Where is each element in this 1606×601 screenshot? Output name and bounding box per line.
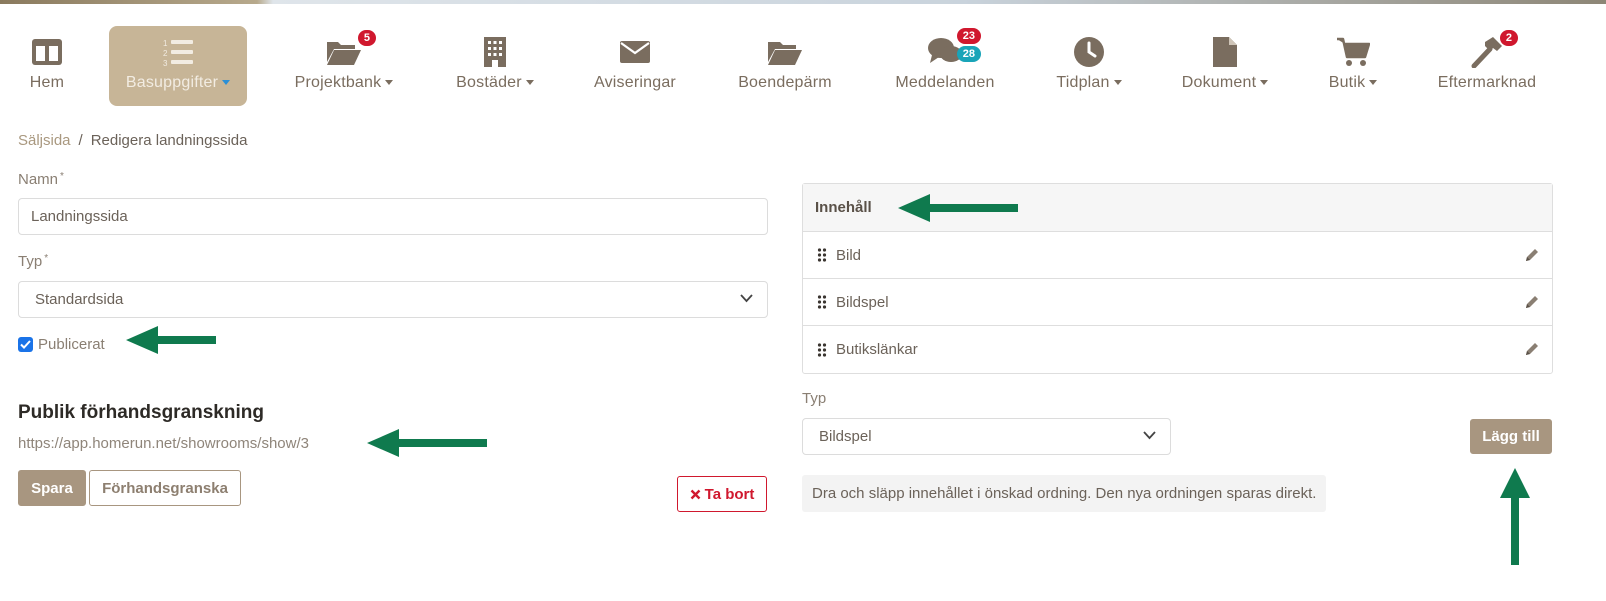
nav-item-aviseringar[interactable]: Aviseringar (590, 26, 680, 106)
annotation-arrow-left (126, 326, 216, 354)
list-item[interactable]: Bildspel (803, 279, 1552, 326)
nav-label: Meddelanden (895, 74, 995, 91)
published-checkbox[interactable] (18, 337, 33, 352)
top-banner-strip (0, 0, 1606, 4)
drag-handle-icon[interactable] (817, 295, 827, 309)
nav-item-tidplan[interactable]: Tidplan (1050, 26, 1128, 106)
required-mark: * (60, 171, 64, 182)
close-icon (690, 489, 700, 499)
nav-label: Projektbank (294, 74, 382, 91)
chevron-down-icon (1143, 431, 1156, 440)
list-item-label: Butikslänkar (836, 341, 918, 358)
svg-text:3: 3 (163, 59, 168, 67)
preview-button[interactable]: Förhandsgranska (89, 470, 241, 506)
nav-label: Basuppgifter (125, 74, 219, 91)
type-select-value: Standardsida (35, 291, 124, 308)
preview-section-title: Publik förhandsgranskning (18, 402, 264, 423)
published-checkbox-row[interactable]: Publicerat (18, 336, 105, 353)
chevron-down-icon (1113, 80, 1122, 86)
annotation-arrow-up (1500, 468, 1530, 565)
content-type-select-value: Bildspel (819, 428, 872, 445)
nav-label: Boendepärm (738, 74, 832, 91)
numbered-list-icon: 123 (163, 39, 193, 67)
type-label: Typ * (18, 253, 49, 270)
type-select[interactable]: Standardsida (18, 281, 768, 318)
svg-text:2: 2 (163, 49, 168, 58)
pencil-icon[interactable] (1524, 341, 1540, 357)
list-item-label: Bild (836, 246, 862, 264)
checkmark-icon (20, 340, 31, 349)
content-type-label: Typ (802, 390, 827, 407)
nav-item-hem[interactable]: Hem (18, 26, 76, 106)
drag-handle-icon[interactable] (817, 342, 827, 357)
cart-icon (1337, 37, 1370, 66)
pencil-icon[interactable] (1524, 294, 1540, 310)
home-grid-icon (32, 39, 62, 65)
nav-item-butik[interactable]: Butik (1322, 26, 1384, 106)
chevron-down-icon (222, 80, 231, 86)
nav-item-dokument[interactable]: Dokument (1176, 26, 1274, 106)
save-button[interactable]: Spara (18, 470, 86, 506)
pencil-icon[interactable] (1524, 247, 1540, 263)
breadcrumb-separator: / (78, 132, 83, 149)
delete-label: Ta bort (704, 485, 755, 503)
required-mark: * (44, 253, 49, 264)
hammer-icon (1471, 37, 1502, 68)
nav-item-projektbank[interactable]: 5 Projektbank (288, 26, 400, 106)
main-nav: Hem 123 Basuppgifter 5 Projektbank Bostä… (0, 26, 1606, 106)
drag-drop-hint: Dra och släpp innehållet i önskad ordnin… (802, 475, 1327, 512)
nav-label: Aviseringar (594, 74, 676, 91)
name-label: Namn * (18, 171, 64, 188)
list-item[interactable]: Butikslänkar (803, 326, 1552, 373)
nav-item-boendeparm[interactable]: Boendepärm (732, 26, 838, 106)
notification-badge: 5 (357, 30, 376, 46)
list-item[interactable]: Bild (803, 232, 1552, 279)
clock-icon (1074, 37, 1104, 67)
nav-label: Butik (1328, 74, 1366, 91)
drag-handle-icon[interactable] (817, 248, 827, 262)
breadcrumb-link-saljsida[interactable]: Säljsida (18, 132, 71, 149)
notification-badge-secondary: 28 (956, 46, 981, 62)
notification-badge: 2 (1499, 30, 1518, 46)
nav-item-meddelanden[interactable]: 23 28 Meddelanden (888, 26, 1002, 106)
list-item-label: Bildspel (836, 293, 889, 311)
breadcrumb-current: Redigera landningssida (90, 132, 248, 149)
chevron-down-icon (385, 80, 394, 86)
chevron-down-icon (740, 294, 753, 303)
name-input[interactable]: Landningssida (18, 198, 768, 235)
folder-icon (768, 42, 802, 65)
breadcrumb: Säljsida / Redigera landningssida (18, 132, 247, 149)
chevron-down-icon (1260, 80, 1269, 86)
annotation-arrow-left (367, 429, 487, 457)
chevron-down-icon (525, 80, 534, 86)
nav-item-eftermarknad[interactable]: 2 Eftermarknad (1432, 26, 1542, 106)
folder-open-icon (327, 42, 361, 65)
nav-item-basuppgifter[interactable]: 123 Basuppgifter (109, 26, 247, 106)
file-icon (1213, 37, 1237, 67)
annotation-arrow-left (898, 194, 1018, 222)
notification-badge: 23 (956, 28, 981, 44)
svg-text:1: 1 (163, 39, 168, 48)
building-icon (484, 37, 506, 67)
content-type-select[interactable]: Bildspel (802, 418, 1171, 455)
add-content-button[interactable]: Lägg till (1470, 419, 1552, 454)
nav-label: Eftermarknad (1437, 74, 1537, 91)
nav-label: Dokument (1181, 74, 1257, 91)
delete-button[interactable]: Ta bort (677, 476, 767, 512)
nav-label: Hem (29, 74, 65, 91)
chevron-down-icon (1369, 80, 1378, 86)
nav-label: Bostäder (456, 74, 522, 91)
preview-url-link[interactable]: https://app.homerun.net/showrooms/show/3 (18, 435, 309, 452)
envelope-icon (620, 41, 650, 63)
nav-label: Tidplan (1056, 74, 1110, 91)
published-label: Publicerat (38, 336, 105, 353)
nav-item-bostader[interactable]: Bostäder (450, 26, 540, 106)
